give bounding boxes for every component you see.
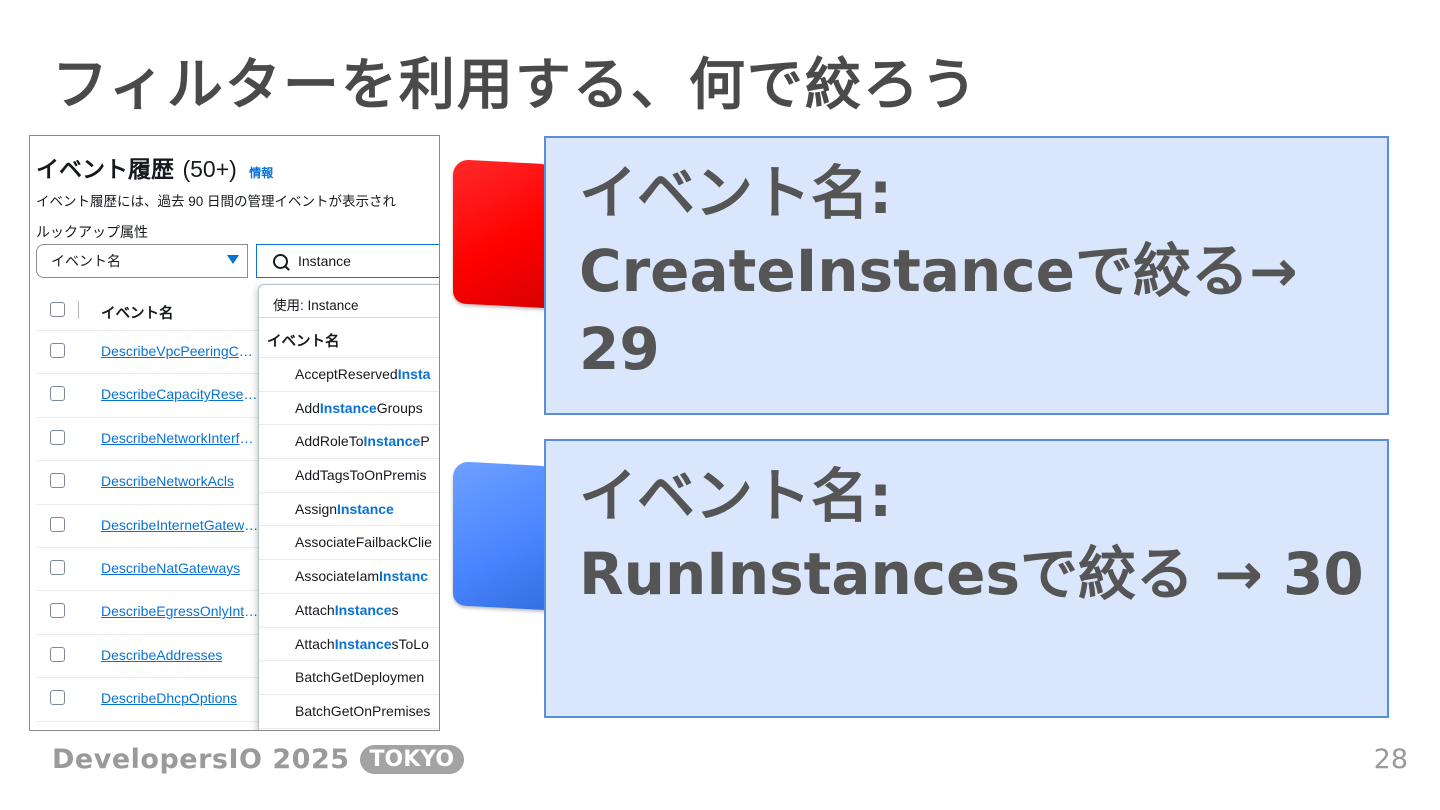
dropdown-option[interactable]: AttachInstances [259,594,439,628]
page-number: 28 [1373,744,1408,775]
column-divider [78,301,79,319]
event-name-link[interactable]: DescribeEgressOnlyInternetGateways [101,603,259,619]
use-typed-value-option[interactable]: 使用: Instance [259,285,439,318]
option-text: BatchGetOnPremises [295,702,431,719]
option-text: AcceptReserved [295,366,398,382]
option-text: sToLo [391,635,429,652]
option-text: s [391,601,399,618]
dropdown-option[interactable]: AssociateFailbackClie [259,526,439,561]
option-match-highlight: Instanc [379,568,429,585]
row-checkbox[interactable] [50,473,65,489]
lookup-attribute-value: イベント名 [51,253,121,269]
cloudtrail-event-history-panel: イベント履歴 (50+) 情報 イベント履歴には、過去 90 日間の管理イベント… [29,135,440,731]
autocomplete-dropdown: 使用: Instance イベント名 AcceptReservedInsta Ad… [258,284,439,730]
option-match-highlight: Instance [319,399,377,416]
event-name-link[interactable]: DescribeInternetGateways [101,517,259,533]
brand-name: DevelopersIO 2025 [52,744,350,775]
option-text: AddTagsToOnPremis [295,467,427,484]
table-row: DescribeNetworkAcls [36,461,268,505]
dropdown-option[interactable]: BatchGetDeploymen [259,661,439,695]
event-name-link[interactable]: DescribeNatGateways [101,560,240,576]
option-text: AssociateFailbackClie [295,534,432,551]
callout-line: CreateInstanceで絞る→ [579,237,1298,305]
callout-line: イベント名: [579,159,893,227]
option-text: Attach [295,635,335,652]
lookup-attribute-select[interactable]: イベント名 [36,244,248,278]
row-checkbox[interactable] [50,559,65,575]
event-name-link[interactable]: DescribeCapacityReservations [101,386,259,402]
dropdown-option[interactable]: AddRoleToInstanceP [259,425,439,460]
dropdown-option[interactable]: AttachInstancesToLo [259,628,439,662]
callout-text: イベント名: CreateInstanceで絞る→ 29 [579,154,1298,388]
callout-create-instance: イベント名: CreateInstanceで絞る→ 29 [544,136,1389,415]
event-table: イベント名 DescribeVpcPeeringConnections Descr… [36,290,268,722]
row-checkbox[interactable] [50,646,65,662]
option-text: AssociateIam [295,568,380,585]
table-row: DescribeInternetGateways [36,505,268,548]
option-match-highlight: Instance [334,635,392,652]
table-header-row: イベント名 [36,290,268,331]
event-name-link[interactable]: DescribeDhcpOptions [101,690,237,706]
event-history-description: イベント履歴には、過去 90 日間の管理イベントが表示され [36,194,397,209]
footer-brand-logo: DevelopersIO 2025 TOKYO [52,744,465,775]
event-name-link[interactable]: DescribeVpcPeeringConnections [101,343,259,359]
callout-line: 29 [579,315,660,383]
option-text: Attach [295,601,335,618]
option-text: Assign [295,500,338,517]
caret-down-icon [227,255,239,264]
table-row: DescribeAddresses [36,635,268,679]
dropdown-option[interactable]: AcceptReservedInsta [259,358,439,392]
event-history-title: イベント履歴 [36,156,174,182]
event-name-link[interactable]: DescribeNetworkInterfaces [101,430,259,446]
dropdown-option[interactable]: AssignInstance [259,493,439,527]
dropdown-group-label: イベント名 [259,318,439,358]
search-icon [273,253,288,269]
row-checkbox[interactable] [50,603,65,619]
table-row: DescribeCapacityReservations [36,374,268,418]
option-text: Add [295,399,320,416]
event-count: (50+) [182,156,237,182]
info-link[interactable]: 情報 [249,166,273,180]
event-name-link[interactable]: DescribeAddresses [101,647,222,663]
table-row: DescribeDhcpOptions [36,678,268,722]
brand-badge: TOKYO [359,745,465,774]
table-row: DescribeVpcPeeringConnections [36,331,268,375]
column-header-event-name: イベント名 [101,306,174,322]
event-name-link[interactable]: DescribeNetworkAcls [101,473,234,489]
callout-run-instances: イベント名: RunInstancesで絞る → 30 [544,439,1389,718]
lookup-attribute-label: ルックアップ属性 [36,224,148,240]
row-checkbox[interactable] [50,429,65,445]
option-match-highlight: Instance [334,601,392,618]
slide-title: フィルターを利用する、何で絞ろう [52,53,979,118]
dropdown-option[interactable]: AddInstanceGroups [259,392,439,426]
option-text: P [420,433,430,450]
callout-text: イベント名: RunInstancesで絞る → 30 [579,457,1364,613]
select-all-checkbox[interactable] [50,302,65,317]
table-row: DescribeNatGateways [36,548,268,592]
option-match-highlight: Instance [337,500,394,517]
option-match-highlight: Instance [363,433,421,450]
row-checkbox[interactable] [50,516,65,532]
table-row: DescribeNetworkInterfaces [36,418,268,462]
callout-line: RunInstancesで絞る → 30 [579,540,1364,608]
option-text: Groups [376,399,423,416]
option-text: AddRoleTo [295,433,364,450]
option-match-highlight: Insta [397,366,431,382]
row-checkbox[interactable] [50,386,65,402]
dropdown-option[interactable]: AssociateIamInstanc [259,560,439,594]
dropdown-option[interactable]: BatchGetOnPremises [259,695,439,729]
row-checkbox[interactable] [50,343,65,358]
callout-line: イベント名: [579,462,893,530]
search-input[interactable]: Instance [256,244,439,278]
search-query: Instance [298,253,351,269]
event-history-header: イベント履歴 (50+) 情報 [36,150,273,184]
option-text: BatchGetDeploymen [295,669,425,686]
table-row: DescribeEgressOnlyInternetGateways [36,591,268,635]
dropdown-option[interactable]: AddTagsToOnPremis [259,459,439,493]
row-checkbox[interactable] [50,690,65,706]
